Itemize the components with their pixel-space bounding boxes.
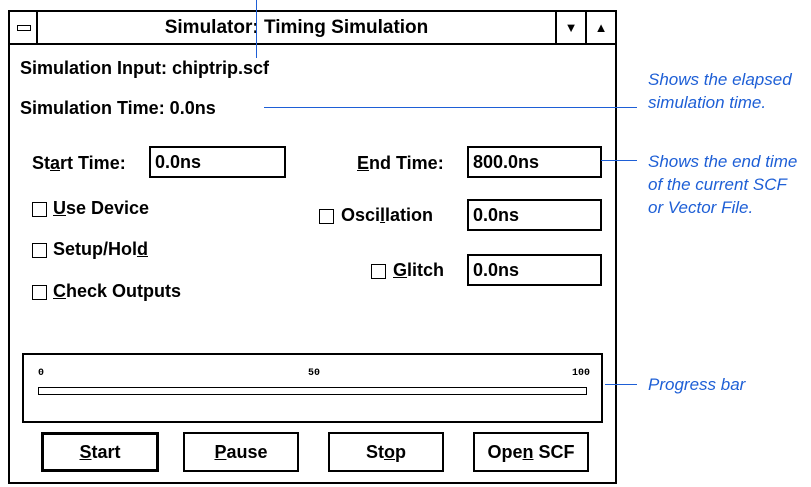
end-time-field[interactable]: 800.0ns	[467, 146, 602, 178]
elapsed-annotation: Shows the elapsed simulation time.	[648, 70, 792, 112]
end-time-annotation: Shows the end time of the current SCF or…	[648, 152, 798, 217]
maximize-button[interactable]: ▲	[585, 12, 615, 43]
oscillation-checkbox[interactable]	[319, 209, 334, 224]
progress-leader-line	[605, 384, 637, 385]
progress-tick-50: 50	[308, 368, 321, 379]
title-leader-line	[256, 0, 257, 58]
setup-hold-checkbox[interactable]	[32, 243, 47, 258]
end-time-label: End Time:	[357, 153, 444, 173]
glitch-checkbox[interactable]	[371, 264, 386, 279]
progress-group: 0 50 100	[22, 353, 603, 423]
system-menu-icon	[17, 25, 31, 31]
oscillation-label: Oscillation	[341, 205, 434, 225]
progress-tick-0: 0	[38, 368, 45, 379]
use-device-checkbox[interactable]	[32, 202, 47, 217]
start-button[interactable]: Start	[41, 432, 159, 472]
minimize-button[interactable]: ▼	[555, 12, 585, 43]
simulator-window: Simulator: Timing Simulation ▼ ▲ Simulat…	[8, 10, 617, 484]
end-time-leader-line	[601, 160, 637, 161]
start-time-field[interactable]: 0.0ns	[149, 146, 286, 178]
glitch-field[interactable]: 0.0ns	[467, 254, 602, 286]
window-title: Simulator: Timing Simulation	[164, 17, 429, 38]
progress-annotation: Progress bar	[648, 375, 746, 394]
check-outputs-label: Check Outputs	[53, 281, 182, 301]
glitch-label: Glitch	[393, 260, 445, 280]
progress-tick-100: 100	[572, 368, 591, 379]
chevron-down-icon: ▼	[564, 20, 578, 35]
elapsed-leader-line	[264, 107, 637, 108]
title-bar[interactable]: Simulator: Timing Simulation ▼ ▲	[10, 12, 615, 45]
start-time-label: Start Time:	[32, 153, 126, 173]
stop-button[interactable]: Stop	[328, 432, 444, 472]
use-device-label: Use Device	[53, 198, 150, 218]
check-outputs-checkbox[interactable]	[32, 285, 47, 300]
oscillation-field[interactable]: 0.0ns	[467, 199, 602, 231]
open-scf-button[interactable]: Open SCF	[473, 432, 589, 472]
chevron-up-icon: ▲	[594, 20, 608, 35]
system-menu-button[interactable]	[10, 12, 38, 43]
simulation-input-label: Simulation Input: chiptrip.scf	[20, 58, 269, 78]
progress-bar	[38, 387, 587, 395]
pause-button[interactable]: Pause	[183, 432, 299, 472]
setup-hold-label: Setup/Hold	[53, 239, 148, 259]
simulation-time-label: Simulation Time: 0.0ns	[20, 98, 216, 118]
